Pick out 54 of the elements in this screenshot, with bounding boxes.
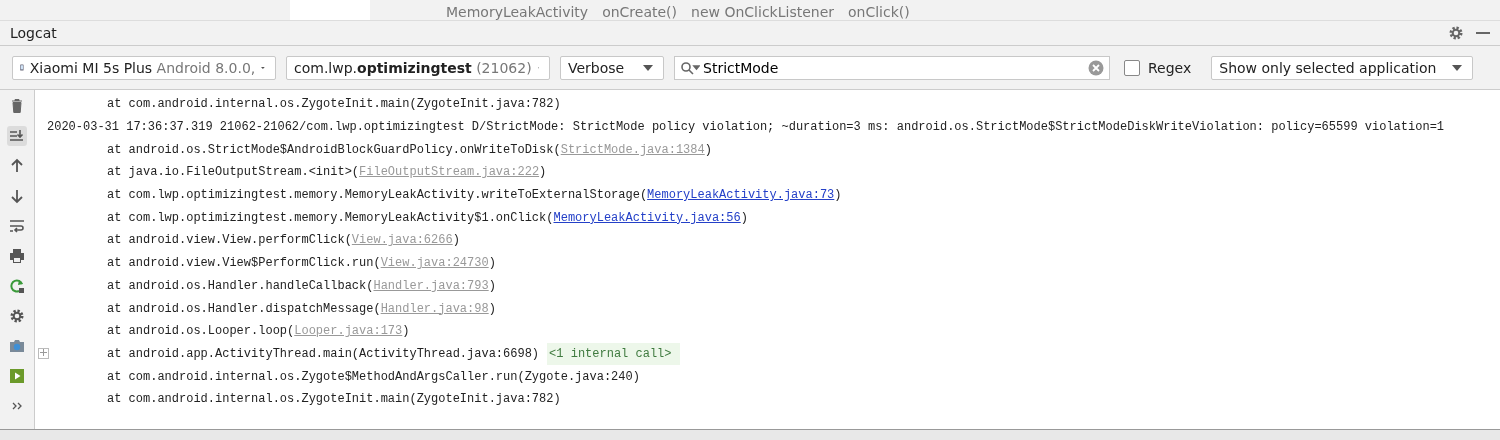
log-text: at android.view.View$PerformClick.run( (107, 256, 381, 271)
log-text: at android.os.Handler.dispatchMessage( (107, 301, 381, 316)
log-text: at com.android.internal.os.Zygote$MethodAndArgsCaller.run(Zygote.java:240) (107, 369, 640, 384)
log-text: at android.os.Looper.loop( (107, 324, 295, 339)
print-icon[interactable] (7, 246, 27, 266)
log-text: at com.lwp.optimizingtest.memory.MemoryLeakActivity$1.onClick( (107, 210, 554, 225)
log-text: ) (539, 165, 547, 180)
log-level-dropdown[interactable]: Verbose (560, 55, 664, 80)
log-text: ) (704, 142, 712, 157)
settings-icon[interactable] (1448, 25, 1464, 41)
log-text: at com.android.internal.os.ZygoteInit.main(ZygoteInit.java:782) (107, 392, 561, 407)
breadcrumb-item[interactable]: onClick() (848, 4, 910, 20)
regex-checkbox[interactable] (1124, 59, 1140, 76)
clear-icon[interactable] (1088, 59, 1104, 76)
device-dropdown[interactable]: Xiaomi MI 5s Plus Android 8.0.0, (12, 55, 276, 80)
breadcrumb-item[interactable]: onCreate() (602, 4, 678, 20)
panel-title: Logcat (10, 25, 58, 41)
minimize-icon[interactable] (1476, 31, 1490, 35)
breadcrumb-item[interactable]: MemoryLeakActivity (446, 4, 589, 20)
source-link[interactable]: MemoryLeakActivity.java:73 (647, 188, 835, 203)
log-text: 2020-03-31 17:36:37.319 21062-21062/com.lwp.optimizingtest D/StrictMode: StrictMode policy violation; ~duration=3 ms: android.os.StrictMode$StrictModeDiskWriteViolation: policy=65599 violation=1 (47, 120, 1445, 135)
record-icon[interactable] (7, 366, 27, 386)
scroll-to-end-icon[interactable] (7, 126, 27, 146)
log-text: ) (402, 324, 410, 339)
log-text: at java.io.FileOutputStream.<init>( (107, 165, 360, 180)
source-link[interactable]: Looper.java:173 (294, 324, 403, 339)
log-text: ) (488, 301, 496, 316)
expand-toggle[interactable] (38, 348, 49, 360)
source-link[interactable]: MemoryLeakActivity.java:56 (553, 210, 741, 225)
breadcrumb-item[interactable]: new OnClickListener (691, 4, 834, 20)
search-field[interactable]: StrictMode (674, 55, 1110, 80)
log-text: at android.os.StrictMode$AndroidBlockGuardPolicy.onWriteToDisk( (107, 142, 561, 157)
source-link[interactable]: View.java:6266 (351, 233, 453, 248)
log-text: at android.view.View.performClick( (107, 233, 352, 248)
search-icon (680, 60, 700, 75)
log-text: at com.android.internal.os.ZygoteInit.main(ZygoteInit.java:782) (107, 97, 561, 112)
log-text: at android.os.Handler.handleCallback( (107, 278, 374, 293)
regex-label[interactable]: Regex (1148, 59, 1192, 76)
filter-dropdown[interactable]: Show only selected application (1211, 55, 1474, 80)
source-link[interactable]: View.java:24730 (380, 256, 489, 271)
source-link[interactable]: Handler.java:793 (373, 278, 489, 293)
log-text: ) (740, 210, 748, 225)
source-link[interactable]: FileOutputStream.java:222 (359, 165, 540, 180)
log-text: ) (488, 278, 496, 293)
process-dropdown[interactable]: com.lwp.optimizingtest (21062) (286, 55, 550, 80)
log-text: ) (834, 188, 842, 203)
restart-icon[interactable] (7, 276, 27, 296)
source-link[interactable]: StrictMode.java:1384 (560, 142, 705, 157)
log-text: ) (452, 233, 460, 248)
log-text: at android.app.ActivityThread.main(ActivityThread.java:6698) (107, 346, 540, 361)
log-text: at com.lwp.optimizingtest.memory.MemoryLeakActivity.writeToExternalStorage( (107, 188, 648, 203)
folded-calls-label[interactable]: <1 internal call> (547, 342, 680, 365)
source-link[interactable]: Handler.java:98 (380, 301, 489, 316)
log-text: ) (488, 256, 496, 271)
